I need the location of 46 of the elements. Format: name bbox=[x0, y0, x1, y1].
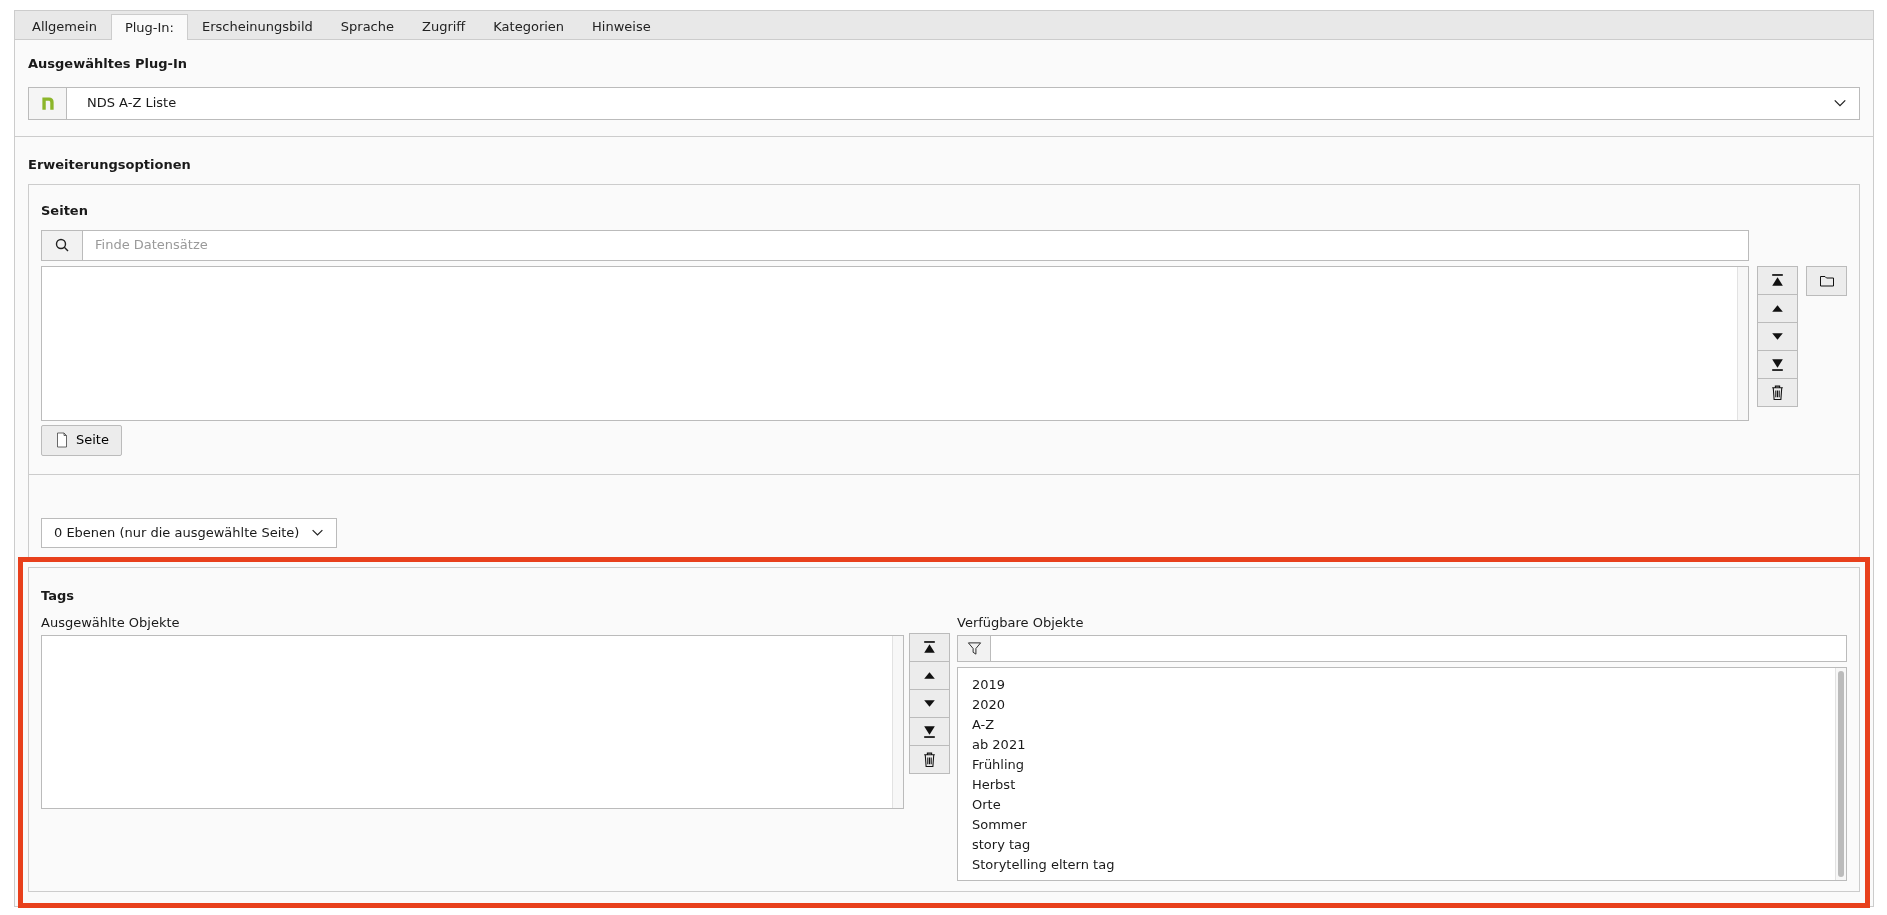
plugin-select[interactable]: NDS A-Z Liste bbox=[28, 86, 1860, 120]
folder-button[interactable] bbox=[1806, 265, 1847, 296]
trash-icon bbox=[921, 751, 938, 768]
levels-select[interactable]: 0 Ebenen (nur die ausgewählte Seite) bbox=[41, 517, 338, 548]
list-item[interactable]: 2020 bbox=[958, 694, 1835, 715]
move-up-button[interactable] bbox=[909, 661, 950, 690]
list-item[interactable]: Storytelling eltern tag bbox=[958, 854, 1835, 875]
move-bottom-icon bbox=[921, 723, 938, 740]
field-label: Seiten bbox=[41, 202, 89, 220]
trash-icon bbox=[1769, 383, 1786, 401]
add-page-button[interactable]: Seite bbox=[41, 424, 122, 456]
section-title: Ausgewähltes Plug-In bbox=[28, 55, 188, 73]
list-item[interactable]: Sommer bbox=[958, 814, 1835, 835]
list-item[interactable]: Orte bbox=[958, 794, 1835, 815]
scrollbar-thumb[interactable] bbox=[1838, 670, 1844, 877]
tab[interactable]: Erscheinungsbild bbox=[188, 14, 327, 39]
list-item[interactable]: story tag bbox=[958, 834, 1835, 855]
move-down-button[interactable] bbox=[1757, 321, 1798, 351]
field-label: Tags bbox=[41, 586, 75, 605]
delete-button[interactable] bbox=[1757, 377, 1798, 407]
tab[interactable]: Sprache bbox=[326, 14, 408, 39]
list-item[interactable]: ab 2021 bbox=[958, 734, 1835, 755]
section-title: Erweiterungsoptionen bbox=[28, 155, 192, 174]
tab[interactable]: Zugriff bbox=[408, 14, 480, 39]
move-top-icon bbox=[921, 639, 938, 656]
tab[interactable]: Hinweise bbox=[578, 14, 665, 39]
list-item[interactable]: A-Z bbox=[958, 714, 1835, 735]
tab[interactable]: Plug-In: bbox=[110, 14, 188, 40]
move-top-button[interactable] bbox=[1757, 265, 1798, 295]
move-bottom-button[interactable] bbox=[909, 717, 950, 746]
list-item[interactable]: Herbst bbox=[958, 774, 1835, 795]
move-top-button[interactable] bbox=[909, 633, 950, 662]
search-icon bbox=[54, 237, 70, 253]
move-down-button[interactable] bbox=[909, 689, 950, 718]
list-item[interactable]: 2019 bbox=[958, 674, 1835, 695]
tab[interactable]: Kategorien bbox=[479, 14, 579, 39]
delete-button[interactable] bbox=[909, 745, 950, 774]
move-top-icon bbox=[1769, 271, 1786, 289]
field-label: Verfügbare Objekte bbox=[957, 614, 1085, 632]
page-icon bbox=[54, 431, 70, 449]
filter-icon bbox=[966, 640, 982, 656]
tab[interactable]: Allgemein bbox=[18, 14, 111, 39]
move-up-button[interactable] bbox=[1757, 293, 1798, 323]
list-item[interactable]: Frühling bbox=[958, 754, 1835, 775]
field-label: Ausgewählte Objekte bbox=[41, 614, 181, 632]
move-bottom-button[interactable] bbox=[1757, 349, 1798, 379]
